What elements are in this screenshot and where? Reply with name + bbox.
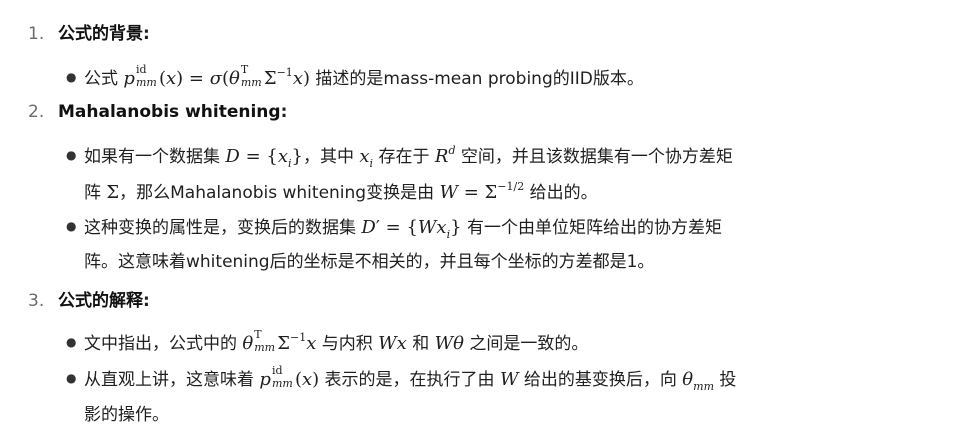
math-formula: W = Σ−1/2 bbox=[439, 180, 525, 203]
bullet-text: 投 bbox=[714, 370, 737, 390]
list-item-3: 3. 公式的解释: bbox=[28, 289, 150, 313]
bullet-text: 之间是一致的。 bbox=[463, 334, 589, 354]
math-formula: xi bbox=[359, 146, 374, 170]
bullet-item: ● 文中指出，公式中的 θ Tmm Σ−1x 与内积 Wx 和 Wθ 之间是一致的。 bbox=[66, 326, 588, 356]
bullet-text: 文中指出，公式中的 bbox=[84, 334, 243, 354]
list-item-1: 1. 公式的背景: bbox=[28, 22, 150, 46]
section-heading: 公式的背景 bbox=[58, 24, 143, 44]
item-number: 3. bbox=[28, 291, 45, 311]
math-formula: Wx bbox=[378, 333, 407, 354]
heading-colon: : bbox=[143, 291, 150, 311]
heading-colon: : bbox=[280, 102, 288, 122]
bullet-text: 表示的是，在执行了由 bbox=[319, 370, 500, 390]
item-number: 1. bbox=[28, 24, 45, 44]
bullet-continuation: 影的操作。 bbox=[84, 403, 169, 427]
bullet-text: ，那么Mahalanobis whitening变换是由 bbox=[119, 183, 440, 203]
math-formula: Rd bbox=[434, 144, 456, 167]
math-formula: θ Tmm Σ−1x bbox=[242, 328, 317, 354]
item-number: 2. bbox=[28, 102, 45, 122]
bullet-text: 如果有一个数据集 bbox=[84, 147, 226, 167]
math-formula: D = {xi} bbox=[225, 146, 303, 170]
bullet-item: ● 公式 p id mm (x) = σ(θ Tmm Σ−1x) 描述的是mass-mean… bbox=[66, 61, 644, 91]
bullet-icon: ● bbox=[66, 70, 77, 84]
bullet-text: 和 bbox=[406, 334, 435, 354]
bullet-icon: ● bbox=[66, 148, 77, 162]
bullet-item: ● 这种变换的属性是，变换后的数据集 D′ = {Wxi} 有一个由单位矩阵给出的… bbox=[66, 214, 722, 247]
bullet-item: ● 从直观上讲，这意味着 p id mm (x) 表示的是，在执行了由 W 给出的基变换… bbox=[66, 364, 737, 399]
section-heading: 公式的解释 bbox=[58, 291, 143, 311]
bullet-icon: ● bbox=[66, 219, 77, 233]
bullet-continuation: 阵 Σ，那么Mahalanobis whitening变换是由 W = Σ−1/… bbox=[84, 175, 598, 205]
math-formula: Σ bbox=[106, 182, 120, 203]
math-formula: p id mm (x) = σ(θ Tmm Σ−1x) bbox=[123, 63, 310, 89]
bullet-text: 给出的基变换后，向 bbox=[518, 370, 683, 390]
section-heading: Mahalanobis whitening bbox=[58, 102, 281, 122]
list-item-2: 2. Mahalanobis whitening: bbox=[28, 100, 287, 124]
bullet-text: 阵。这意味着whitening后的坐标是不相关的，并且每个坐标的方差都是1。 bbox=[84, 252, 655, 272]
bullet-text: 阵 bbox=[84, 183, 107, 203]
math-formula: θmm bbox=[682, 369, 715, 393]
bullet-text: 影的操作。 bbox=[84, 405, 169, 425]
bullet-text: 给出的。 bbox=[524, 183, 598, 203]
bullet-text: 与内积 bbox=[316, 334, 379, 354]
bullet-text: 这种变换的属性是，变换后的数据集 bbox=[84, 218, 362, 238]
bullet-text: 描述的是mass-mean probing的IID版本。 bbox=[310, 69, 644, 89]
math-formula: p id mm (x) bbox=[259, 364, 320, 390]
bullet-icon: ● bbox=[66, 371, 77, 385]
bullet-text: ，其中 bbox=[302, 147, 360, 167]
bullet-text: 公式 bbox=[84, 69, 124, 89]
math-formula: Wθ bbox=[434, 333, 464, 354]
math-formula: D′ = {Wxi} bbox=[361, 217, 462, 241]
math-formula: W bbox=[499, 369, 519, 390]
bullet-continuation: 阵。这意味着whitening后的坐标是不相关的，并且每个坐标的方差都是1。 bbox=[84, 250, 654, 274]
bullet-text: 空间，并且该数据集有一个协方差矩 bbox=[455, 147, 733, 167]
bullet-text: 有一个由单位矩阵给出的协方差矩 bbox=[461, 218, 722, 238]
bullet-text: 从直观上讲，这意味着 bbox=[84, 370, 260, 390]
document: 1. 公式的背景: ● 公式 p id mm (x) = σ(θ Tmm Σ−1x) 描述的是… bbox=[0, 0, 953, 439]
bullet-item: ● 如果有一个数据集 D = {xi}，其中 xi 存在于 Rd 空间，并且该数据… bbox=[66, 139, 733, 176]
heading-colon: : bbox=[143, 24, 150, 44]
bullet-icon: ● bbox=[66, 335, 77, 349]
bullet-text: 存在于 bbox=[373, 147, 435, 167]
